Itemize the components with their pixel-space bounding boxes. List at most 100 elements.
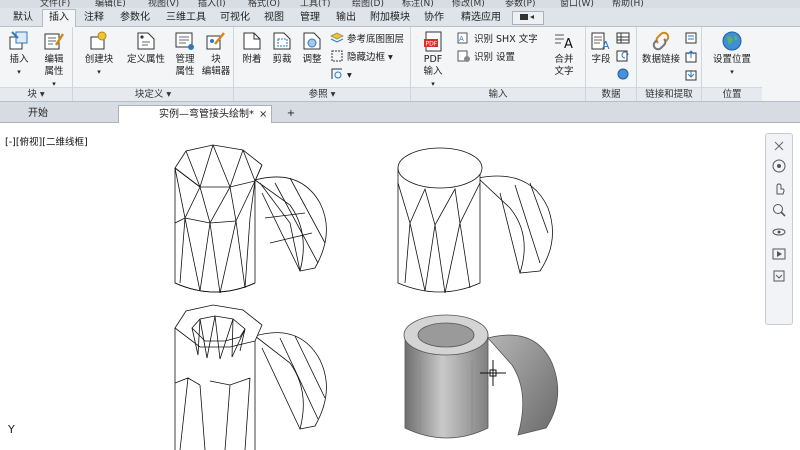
- upload-to-source-button[interactable]: [685, 49, 702, 64]
- extract-data-button[interactable]: [685, 31, 702, 46]
- doc-tab-close-icon[interactable]: ×: [259, 106, 267, 123]
- create-block-button[interactable]: 创建块 ▾: [79, 29, 119, 78]
- menu-insert[interactable]: 插入(I): [198, 0, 226, 8]
- navbar-options-icon[interactable]: [771, 268, 787, 284]
- panel-block-definition-title[interactable]: 块定义 ▾: [73, 87, 233, 101]
- menu-help[interactable]: 帮助(H): [612, 0, 644, 8]
- field-label: 字段: [591, 54, 611, 65]
- panel-import-title[interactable]: 输入: [411, 87, 585, 101]
- tab-output[interactable]: 输出: [330, 10, 362, 25]
- block-editor-button[interactable]: 块 编辑器: [201, 29, 231, 78]
- block-editor-icon: [206, 32, 225, 50]
- tab-manage[interactable]: 管理: [294, 10, 326, 25]
- navbar-close-icon[interactable]: [773, 140, 785, 152]
- tab-3d-tools[interactable]: 三维工具: [160, 10, 212, 25]
- edit-attributes-button[interactable]: 编辑 属性 ▾: [38, 29, 70, 90]
- tab-visualize[interactable]: 可视化: [214, 10, 256, 25]
- attach-button[interactable]: 附着: [238, 29, 266, 66]
- zoom-extents-icon[interactable]: [771, 202, 787, 218]
- insert-block-button[interactable]: 插入 ▾: [4, 29, 34, 78]
- panel-reference-title[interactable]: 参照 ▾: [234, 87, 410, 101]
- globe-icon: [722, 31, 742, 51]
- tab-parametric[interactable]: 参数化: [114, 10, 156, 25]
- tab-collaborate[interactable]: 协作: [418, 10, 450, 25]
- elbow-wireframe-3[interactable]: [174, 304, 327, 450]
- elbow-wireframe-1[interactable]: [174, 144, 327, 294]
- hide-frames-dropdown[interactable]: 隐藏边框 ▾: [330, 49, 393, 64]
- recognize-settings-button[interactable]: 识别 设置: [457, 49, 515, 64]
- menu-format[interactable]: 格式(O): [248, 0, 280, 8]
- snap-underlay-dropdown[interactable]: ▾: [330, 67, 352, 82]
- orbit-icon[interactable]: [771, 224, 787, 240]
- underlay-layers-button[interactable]: 参考底图图层: [329, 31, 404, 46]
- menu-modify[interactable]: 修改(M): [452, 0, 485, 8]
- tab-annotate[interactable]: 注释: [78, 10, 110, 25]
- extract-data-icon: [685, 32, 697, 44]
- underlay-layers-icon: [329, 32, 345, 43]
- ucs-icon: Y: [8, 423, 15, 436]
- tab-featured-apps[interactable]: 精选应用: [454, 10, 508, 25]
- manage-attributes-label-2: 属性: [175, 66, 195, 77]
- data-link-button[interactable]: 数据链接: [639, 29, 683, 66]
- pdf-import-button[interactable]: PDF PDF 输入 ▾: [415, 29, 451, 90]
- ole-object-button[interactable]: [616, 67, 633, 82]
- pan-icon[interactable]: [771, 180, 787, 196]
- steering-wheel-icon[interactable]: [771, 158, 787, 174]
- set-location-button[interactable]: 设置位置 ▾: [706, 29, 758, 78]
- manage-attributes-button[interactable]: 管理 属性: [171, 29, 199, 78]
- field-button[interactable]: A 字段: [588, 29, 614, 66]
- tab-insert[interactable]: 插入: [42, 9, 76, 27]
- menu-edit[interactable]: 编辑(E): [95, 0, 126, 8]
- menu-file[interactable]: 文件(F): [40, 0, 70, 8]
- panel-location-title[interactable]: 位置: [702, 87, 762, 101]
- panel-link-extract: 数据链接 链接和提取: [637, 27, 702, 101]
- panel-link-extract-title[interactable]: 链接和提取: [637, 87, 701, 101]
- elbow-shaded-4[interactable]: [403, 314, 559, 439]
- tab-more-dropdown[interactable]: [512, 11, 544, 25]
- edit-attributes-label-2: 属性: [44, 66, 64, 77]
- tab-addins[interactable]: 附加模块: [364, 10, 416, 25]
- drawing-canvas[interactable]: [-][俯视][二维线框] Y: [0, 123, 800, 450]
- menu-parametric[interactable]: 参数(P): [505, 0, 535, 8]
- define-attributes-button[interactable]: 定义属性: [123, 29, 169, 66]
- update-fields-icon: [616, 50, 629, 62]
- tab-default[interactable]: 默认: [6, 10, 40, 25]
- insert-block-icon: [9, 31, 28, 50]
- adjust-label: 调整: [302, 54, 322, 65]
- combine-text-button[interactable]: A 合并 文字: [547, 29, 581, 78]
- panel-reference: 附着 剪裁 调整 参考底图图层 隐藏边框 ▾ ▾ 参照 ▾: [234, 27, 411, 101]
- recognize-settings-icon: [457, 50, 470, 62]
- recognize-shx-text-button[interactable]: A 识别 SHX 文字: [457, 31, 538, 46]
- snap-underlay-icon: [331, 68, 342, 79]
- adjust-icon: [303, 32, 321, 50]
- svg-text:A: A: [564, 37, 573, 52]
- attach-icon: [243, 32, 261, 50]
- clip-label: 剪裁: [272, 54, 292, 65]
- update-fields-button[interactable]: [616, 49, 633, 64]
- clip-button[interactable]: 剪裁: [268, 29, 296, 66]
- panel-location: 设置位置 ▾ 位置: [702, 27, 762, 101]
- doc-tab-active[interactable]: 实例—弯管接头绘制* ×: [118, 105, 272, 123]
- recognize-shx-icon: A: [457, 32, 468, 44]
- manage-attributes-label-1: 管理: [175, 54, 195, 65]
- ribbon: 插入 ▾ 编辑 属性 ▾ 块 ▾ 创建块 ▾ 定义属性 管理 属性 块 编辑器 …: [0, 27, 800, 102]
- pdf-import-label-1: PDF: [423, 54, 443, 65]
- document-tab-bar: 开始 实例—弯管接头绘制* × +: [0, 102, 800, 123]
- table-button[interactable]: [616, 31, 633, 46]
- panel-data-title[interactable]: 数据: [586, 87, 636, 101]
- panel-block-title[interactable]: 块 ▾: [0, 87, 72, 101]
- menu-view[interactable]: 视图(V): [148, 0, 179, 8]
- showmotion-icon[interactable]: [771, 246, 787, 262]
- adjust-button[interactable]: 调整: [298, 29, 326, 66]
- doc-tab-start[interactable]: 开始: [28, 105, 68, 122]
- menu-window[interactable]: 窗口(W): [560, 0, 594, 8]
- menu-dimension[interactable]: 标注(N): [402, 0, 434, 8]
- download-from-source-button[interactable]: [685, 67, 702, 82]
- pdf-icon: PDF: [424, 31, 442, 52]
- menu-tools[interactable]: 工具(T): [300, 0, 331, 8]
- elbow-wireframe-2[interactable]: [397, 147, 553, 294]
- new-tab-button[interactable]: +: [284, 105, 298, 122]
- tab-view[interactable]: 视图: [258, 10, 290, 25]
- combine-text-icon: A: [555, 34, 573, 52]
- menu-draw[interactable]: 绘图(D): [352, 0, 384, 8]
